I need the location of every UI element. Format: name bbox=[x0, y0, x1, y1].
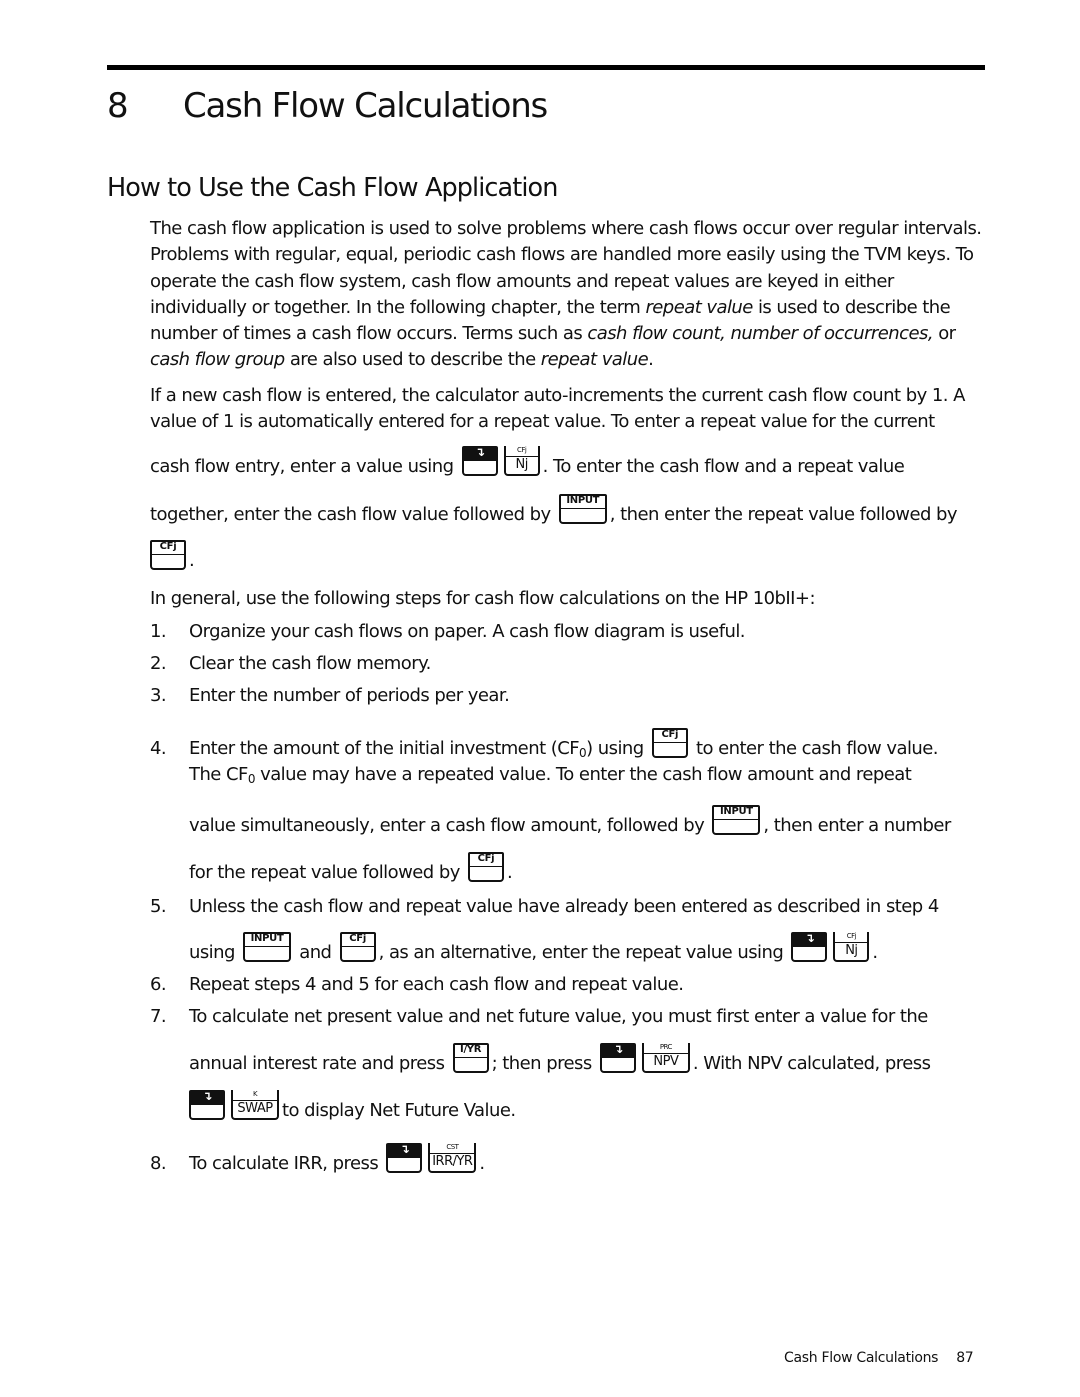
step-3: 3. Enter the number of periods per year. bbox=[150, 685, 510, 706]
step-2: 2. Clear the cash flow memory. bbox=[150, 653, 431, 674]
shift-key-icon: ↴ bbox=[461, 446, 498, 476]
chapter-heading: 8 Cash Flow Calculations bbox=[107, 86, 548, 126]
text-run: cash flow entry, enter a value using bbox=[150, 456, 454, 477]
text-run: , then enter the repeat value followed b… bbox=[609, 504, 958, 525]
shift-key-icon: ↴ bbox=[189, 1090, 225, 1120]
section-heading: How to Use the Cash Flow Application bbox=[107, 173, 558, 203]
text-run: together, enter the cash flow value foll… bbox=[150, 504, 551, 525]
nj-key-icon: CFj Nj bbox=[503, 446, 540, 476]
chapter-rule bbox=[107, 65, 985, 70]
text-run: . bbox=[189, 550, 195, 571]
input-key-icon: INPUT bbox=[558, 494, 607, 524]
text-run: are also used to describe the bbox=[284, 349, 541, 371]
steps-intro: In general, use the following steps for … bbox=[150, 588, 816, 609]
page-number: 87 bbox=[956, 1350, 974, 1366]
npv-key-icon: PRC NPV bbox=[641, 1043, 690, 1073]
step-6: 6. Repeat steps 4 and 5 for each cash flo… bbox=[150, 974, 684, 995]
auto-increment-paragraph: If a new cash flow is entered, the calcu… bbox=[150, 385, 965, 432]
step-7-line: ↴ K SWAP to display Net Future Value. bbox=[189, 1090, 516, 1121]
shift-key-icon: ↴ bbox=[791, 932, 828, 962]
iyr-key-icon: I/YR bbox=[452, 1043, 489, 1073]
text-run: . bbox=[648, 349, 654, 371]
paragraph-line: CFj. bbox=[150, 540, 195, 571]
step-7: 7. To calculate net present value and net… bbox=[150, 1006, 928, 1027]
step-7-line: annual interest rate and press I/YR; the… bbox=[189, 1042, 931, 1075]
cfj-key-icon: CFj bbox=[651, 728, 688, 758]
chapter-number: 8 bbox=[107, 86, 129, 126]
step-5-line: using INPUT and CFj, as an alternative, … bbox=[189, 931, 878, 964]
chapter-title: Cash Flow Calculations bbox=[183, 86, 548, 126]
running-title: Cash Flow Calculations bbox=[784, 1350, 939, 1366]
step-4: 4. Enter the amount of the initial invest… bbox=[150, 728, 939, 760]
paragraph-line: cash flow entry, enter a value using ↴ CF… bbox=[150, 446, 905, 478]
nj-key-icon: CFj Nj bbox=[833, 932, 870, 962]
emphasis: cash flow group bbox=[150, 349, 285, 371]
step-5: 5. Unless the cash flow and repeat value … bbox=[150, 896, 939, 917]
shift-key-icon: ↴ bbox=[599, 1043, 636, 1073]
emphasis: repeat value bbox=[645, 296, 753, 318]
cfj-key-icon: CFj bbox=[467, 852, 504, 882]
emphasis: repeat value bbox=[540, 349, 649, 371]
paragraph-line: together, enter the cash flow value foll… bbox=[150, 494, 958, 525]
emphasis: cash flow count, number of occurrences, bbox=[587, 323, 934, 345]
irr-key-icon: CST IRR/YR bbox=[428, 1143, 477, 1173]
intro-paragraph: The cash flow application is used to sol… bbox=[150, 216, 990, 374]
input-key-icon: INPUT bbox=[243, 932, 292, 962]
swap-key-icon: K SWAP bbox=[231, 1090, 279, 1120]
cfj-key-icon: CFj bbox=[339, 932, 376, 962]
text-run: . To enter the cash flow and a repeat va… bbox=[542, 456, 905, 477]
shift-key-icon: ↴ bbox=[386, 1143, 423, 1173]
step-4-line: value simultaneously, enter a cash flow … bbox=[189, 805, 951, 836]
cfj-key-icon: CFj bbox=[150, 540, 186, 570]
input-key-icon: INPUT bbox=[712, 805, 761, 835]
text-run: or bbox=[933, 323, 956, 345]
page-footer: Cash Flow Calculations 87 bbox=[784, 1350, 974, 1366]
step-8: 8. To calculate IRR, press ↴ CST IRR/YR. bbox=[150, 1142, 485, 1175]
step-4-line: The CF0 value may have a repeated value.… bbox=[189, 764, 912, 786]
step-4-line: for the repeat value followed by CFj. bbox=[189, 852, 513, 883]
step-1: 1. Organize your cash flows on paper. A c… bbox=[150, 621, 746, 642]
